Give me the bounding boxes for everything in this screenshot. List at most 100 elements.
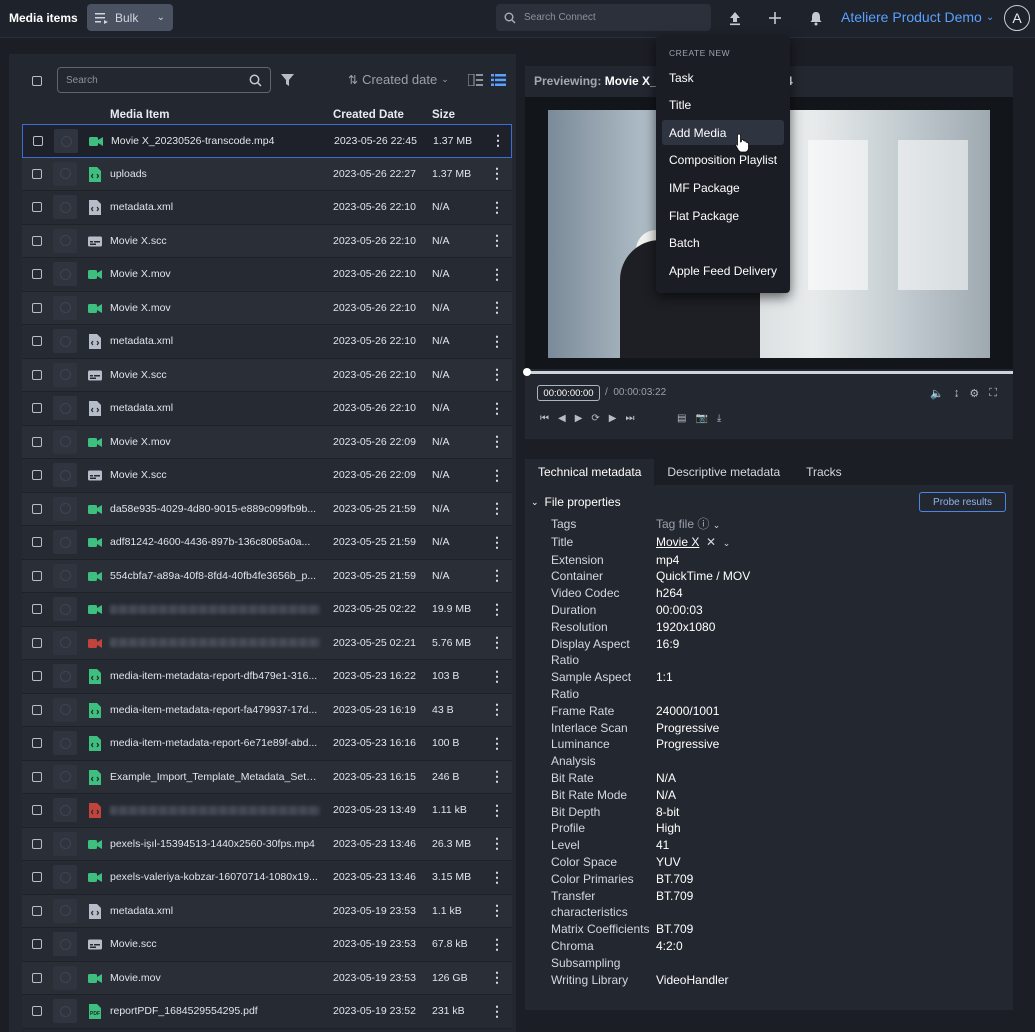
select-all-checkbox[interactable] — [32, 76, 42, 86]
row-checkbox[interactable] — [32, 269, 42, 280]
media-item-name[interactable]: reportPDF_1684529554295.pdf — [110, 1005, 320, 1017]
media-item-name[interactable]: Movie X.scc — [110, 369, 320, 381]
table-row[interactable]: 2023-05-25 02:22 19.9 MB ⋮ — [22, 593, 512, 627]
timecode-input[interactable]: 00:00:00:00 — [537, 385, 600, 401]
list-view-icon[interactable] — [491, 74, 506, 86]
media-item-name[interactable]: Example_Import_Template_Metadata_Sets (7… — [110, 771, 320, 783]
close-icon[interactable]: ✕ — [706, 535, 716, 549]
more-options-icon[interactable]: ⋮ — [490, 567, 504, 584]
row-checkbox[interactable] — [32, 939, 42, 950]
row-checkbox[interactable] — [32, 671, 42, 682]
row-checkbox[interactable] — [32, 403, 42, 414]
more-options-icon[interactable]: ⋮ — [490, 601, 504, 618]
row-checkbox[interactable] — [32, 302, 42, 313]
row-checkbox[interactable] — [32, 537, 42, 548]
media-item-name[interactable]: Movie X.mov — [110, 268, 320, 280]
media-item-name[interactable]: metadata.xml — [110, 402, 320, 414]
row-checkbox[interactable] — [32, 604, 42, 615]
table-row[interactable]: da58e935-4029-4d80-9015-e889c099fb9b... … — [22, 492, 512, 526]
row-checkbox[interactable] — [32, 1006, 42, 1017]
table-row[interactable]: metadata.xml 2023-05-26 22:10 N/A ⋮ — [22, 325, 512, 359]
more-options-icon[interactable]: ⋮ — [490, 936, 504, 953]
table-row[interactable]: Movie X.mov 2023-05-26 22:10 N/A ⋮ — [22, 258, 512, 292]
table-row[interactable]: metadata.xml 2023-05-26 22:10 N/A ⋮ — [22, 191, 512, 225]
media-item-name[interactable]: Movie.scc — [110, 938, 320, 950]
list-search-input[interactable] — [66, 74, 249, 86]
menu-item-add-media[interactable]: Add Media — [662, 120, 784, 146]
row-checkbox[interactable] — [33, 135, 43, 146]
chevron-down-icon[interactable]: ⌄ — [713, 520, 721, 530]
notifications-bell-icon[interactable] — [806, 8, 826, 28]
media-item-name[interactable]: Movie X_20230526-transcode.mp4 — [111, 135, 321, 147]
more-options-icon[interactable]: ⋮ — [490, 500, 504, 517]
more-options-icon[interactable]: ⋮ — [490, 266, 504, 283]
more-options-icon[interactable]: ⋮ — [490, 902, 504, 919]
media-item-name[interactable]: Movie X.mov — [110, 302, 320, 314]
more-options-icon[interactable]: ⋮ — [490, 534, 504, 551]
metadata-value[interactable]: Movie X — [656, 535, 699, 549]
split-view-icon[interactable] — [468, 74, 483, 86]
row-checkbox[interactable] — [32, 805, 42, 816]
sort-dropdown[interactable]: ⇅ Created date ⌄ — [348, 72, 449, 87]
row-checkbox[interactable] — [32, 436, 42, 447]
bulk-dropdown-button[interactable]: Bulk ⌄ — [87, 4, 173, 31]
more-options-icon[interactable]: ⋮ — [490, 634, 504, 651]
row-checkbox[interactable] — [32, 202, 42, 213]
menu-item-apple-feed-delivery[interactable]: Apple Feed Delivery — [662, 258, 784, 283]
table-row[interactable]: Movie X.scc 2023-05-26 22:10 N/A ⋮ — [22, 224, 512, 258]
more-options-icon[interactable]: ⋮ — [490, 400, 504, 417]
table-row[interactable]: pexels-valeriya-kobzar-16070714-1080x19.… — [22, 861, 512, 895]
row-checkbox[interactable] — [32, 972, 42, 983]
media-item-name[interactable]: Movie X.mov — [110, 436, 320, 448]
table-row[interactable]: 2023-05-23 13:49 1.11 kB ⋮ — [22, 794, 512, 828]
media-item-name[interactable]: metadata.xml — [110, 905, 320, 917]
more-options-icon[interactable]: ⋮ — [490, 467, 504, 484]
menu-item-task[interactable]: Task — [662, 65, 784, 90]
row-checkbox[interactable] — [32, 771, 42, 782]
table-row[interactable]: media-item-metadata-report-fa479937-17d.… — [22, 693, 512, 727]
row-checkbox[interactable] — [32, 905, 42, 916]
row-checkbox[interactable] — [32, 235, 42, 246]
more-options-icon[interactable]: ⋮ — [490, 433, 504, 450]
more-options-icon[interactable]: ⋮ — [490, 869, 504, 886]
table-row[interactable]: Movie X.mov 2023-05-26 22:09 N/A ⋮ — [22, 425, 512, 459]
tab-technical-metadata[interactable]: Technical metadata — [525, 459, 655, 485]
more-options-icon[interactable]: ⋮ — [491, 132, 505, 149]
media-item-name[interactable]: Movie X.scc — [110, 235, 320, 247]
loop-icon[interactable]: ⟳ — [591, 413, 599, 424]
column-size[interactable]: Size — [432, 109, 455, 121]
menu-item-composition-playlist[interactable]: Composition Playlist — [662, 148, 784, 173]
table-row[interactable]: PDF reportPDF_1684529554295.pdf 2023-05-1… — [22, 995, 512, 1029]
media-item-name[interactable]: Movie X.scc — [110, 469, 320, 481]
volume-icon[interactable]: 🔈 — [930, 387, 944, 400]
workspace-selector[interactable]: Ateliere Product Demo ⌄ — [841, 9, 994, 25]
step-back-icon[interactable]: ◀ — [558, 413, 566, 424]
menu-item-batch[interactable]: Batch — [662, 231, 784, 256]
more-options-icon[interactable]: ⋮ — [490, 1003, 504, 1020]
row-checkbox[interactable] — [32, 168, 42, 179]
more-options-icon[interactable]: ⋮ — [490, 802, 504, 819]
search-connect-input[interactable] — [524, 12, 694, 23]
chevron-down-icon[interactable]: ⌄ — [723, 538, 731, 548]
media-item-name[interactable]: da58e935-4029-4d80-9015-e889c099fb9b... — [110, 503, 320, 515]
global-search[interactable] — [496, 4, 711, 31]
row-checkbox[interactable] — [32, 738, 42, 749]
list-search[interactable] — [57, 67, 271, 93]
more-options-icon[interactable]: ⋮ — [490, 735, 504, 752]
row-checkbox[interactable] — [32, 503, 42, 514]
row-checkbox[interactable] — [32, 838, 42, 849]
media-item-name[interactable]: adf81242-4600-4436-897b-136c8065a0a... — [110, 536, 320, 548]
table-row[interactable]: metadata.xml 2023-05-26 22:10 N/A ⋮ — [22, 392, 512, 426]
row-checkbox[interactable] — [32, 704, 42, 715]
more-options-icon[interactable]: ⋮ — [490, 668, 504, 685]
file-properties-toggle[interactable]: ⌄ File properties — [531, 495, 621, 509]
media-item-name[interactable]: 554cbfa7-a89a-40f8-8fd4-40fb4fe3656b_p..… — [110, 570, 320, 582]
row-checkbox[interactable] — [32, 637, 42, 648]
create-new-plus-icon[interactable] — [765, 8, 785, 28]
tab-tracks[interactable]: Tracks — [793, 459, 855, 485]
skip-to-start-icon[interactable]: ⏮ — [540, 413, 549, 424]
media-item-name[interactable] — [110, 638, 320, 648]
play-icon[interactable]: ▶ — [575, 413, 583, 424]
row-checkbox[interactable] — [32, 872, 42, 883]
media-item-name[interactable]: pexels-işıl-15394513-1440x2560-30fps.mp4 — [110, 838, 320, 850]
